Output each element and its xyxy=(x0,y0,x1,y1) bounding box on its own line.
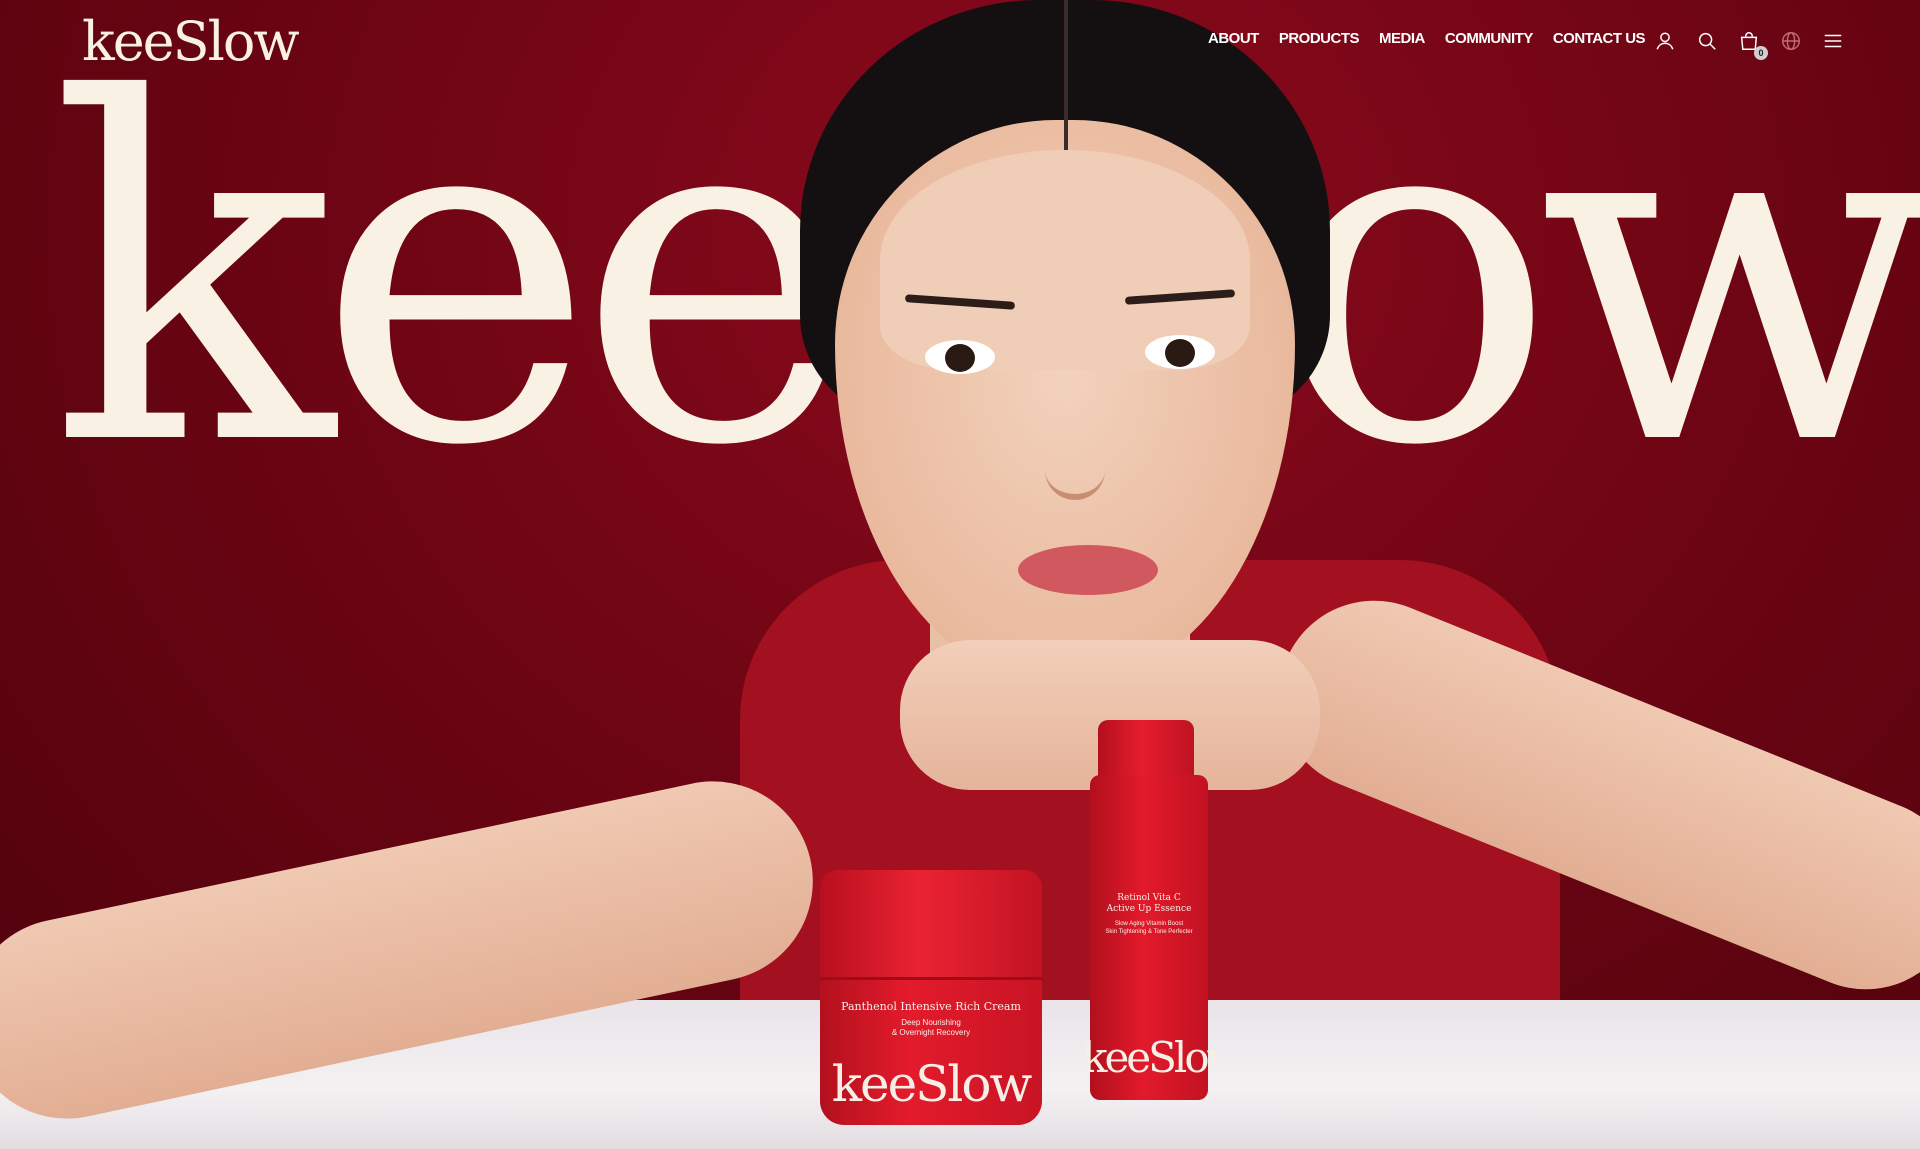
product-bottle-essence: Retinol Vita C Active Up Essence Slow Ag… xyxy=(1082,775,1216,1100)
cart-button[interactable]: 0 xyxy=(1736,28,1768,60)
product-jar-cream: Panthenol Intensive Rich Cream Deep Nour… xyxy=(820,870,1042,1125)
search-icon xyxy=(1698,32,1716,50)
nav-media[interactable]: MEDIA xyxy=(1379,30,1425,47)
model-left-eye xyxy=(925,340,995,374)
account-button[interactable] xyxy=(1652,28,1678,54)
hero-banner: keeSlow Panthenol Intensive Rich Cream D… xyxy=(0,0,1920,1149)
jar-logo: keeSlow xyxy=(831,1055,1033,1113)
nav-products[interactable]: PRODUCTS xyxy=(1279,30,1360,47)
model-nose xyxy=(1045,420,1105,500)
menu-button[interactable] xyxy=(1820,28,1846,54)
hamburger-menu-icon xyxy=(1824,34,1842,48)
nav-community[interactable]: COMMUNITY xyxy=(1445,30,1534,47)
jar-title: Panthenol Intensive Rich Cream xyxy=(841,1000,1021,1013)
site-header: keeSlow ABOUT PRODUCTS MEDIA COMMUNITY C… xyxy=(0,0,1920,80)
model-right-eye xyxy=(1145,335,1215,369)
bottle-title: Retinol Vita C Active Up Essence xyxy=(1106,893,1192,914)
brand-logo[interactable]: keeSlow xyxy=(82,10,300,73)
globe-icon xyxy=(1782,32,1800,50)
bottle-cap xyxy=(1098,720,1194,782)
bottle-subtitle: Slow Aging Vitamin Boost Skin Tightening… xyxy=(1105,921,1193,935)
jar-subtitle: Deep Nourishing & Overnight Recovery xyxy=(891,1018,971,1037)
model-lips xyxy=(1018,545,1158,595)
header-icons: 0 xyxy=(1652,28,1846,60)
nav-about[interactable]: ABOUT xyxy=(1208,30,1259,47)
bottle-logo: keeSlow xyxy=(1082,1033,1216,1082)
user-icon xyxy=(1656,32,1674,50)
search-button[interactable] xyxy=(1694,28,1720,54)
jar-lid xyxy=(820,870,1042,980)
main-nav: ABOUT PRODUCTS MEDIA COMMUNITY CONTACT U… xyxy=(1208,30,1646,47)
language-button[interactable] xyxy=(1778,28,1804,54)
nav-contact-us[interactable]: CONTACT US xyxy=(1553,30,1646,47)
cart-count-badge: 0 xyxy=(1754,46,1768,60)
